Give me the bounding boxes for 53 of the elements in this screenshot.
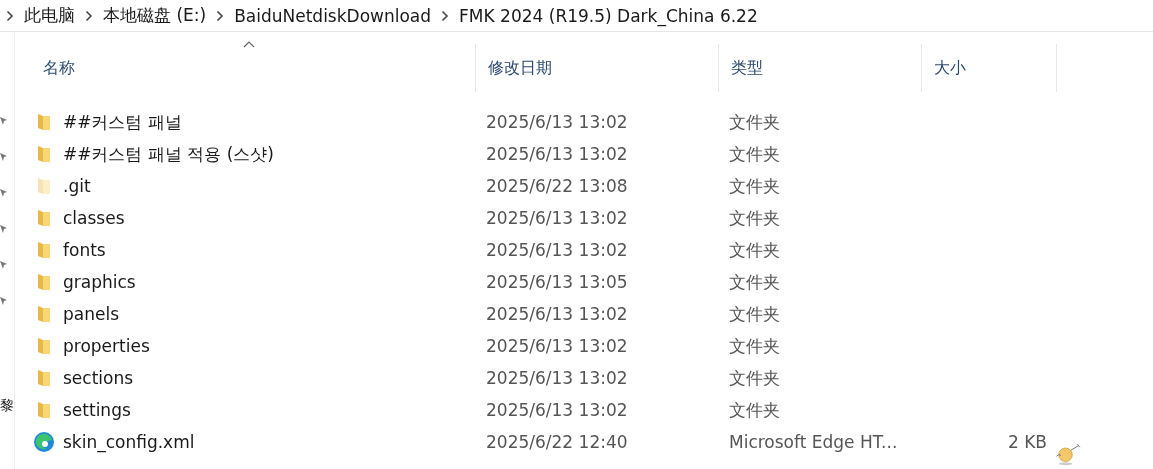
chevron-icon[interactable] xyxy=(441,9,450,22)
file-name[interactable]: settings xyxy=(63,400,131,420)
column-header[interactable]: 类型 xyxy=(719,44,922,92)
file-name[interactable]: classes xyxy=(63,208,125,228)
file-name[interactable]: .git xyxy=(63,176,91,196)
date-cell-text: 2025/6/13 13:05 xyxy=(485,272,629,292)
type-cell-text: 文件夹 xyxy=(728,334,781,358)
file-name[interactable]: ##커스텀 패널 xyxy=(63,110,182,134)
breadcrumb-item[interactable]: 此电脑 xyxy=(24,4,75,27)
date-cell-text: 2025/6/13 13:02 xyxy=(485,144,629,164)
chevron-icon[interactable] xyxy=(216,9,225,22)
column-header[interactable]: 修改日期 xyxy=(476,44,719,92)
date-cell-text: 2025/6/13 13:02 xyxy=(485,400,629,420)
file-name[interactable]: sections xyxy=(63,368,134,388)
pin-icon xyxy=(0,296,8,306)
type-cell-text: 文件夹 xyxy=(728,174,781,198)
chevron-icon[interactable] xyxy=(85,9,93,22)
file-name[interactable]: panels xyxy=(63,304,120,324)
size-cell: 2 KB xyxy=(1007,432,1047,452)
file-name[interactable]: graphics xyxy=(63,272,136,292)
file-name[interactable]: fonts xyxy=(63,240,106,260)
file-name[interactable]: properties xyxy=(63,336,150,356)
file-name[interactable]: skin_config.xml xyxy=(63,432,195,452)
type-cell-text: 文件夹 xyxy=(728,398,781,422)
type-cell-text: 文件夹 xyxy=(728,142,781,166)
column-header[interactable]: 名称 xyxy=(31,44,476,92)
file-name[interactable]: ##커스텀 패널 적용 (스샷) xyxy=(63,142,274,166)
type-cell-text: 文件夹 xyxy=(728,270,781,294)
breadcrumb-item[interactable]: FMK 2024 (R19.5) Dark_China 6.22 xyxy=(459,5,758,26)
pin-icon xyxy=(0,152,8,162)
pin-icon xyxy=(0,260,8,270)
type-cell-text: 文件夹 xyxy=(728,206,781,230)
date-cell-text: 2025/6/13 13:02 xyxy=(485,304,629,324)
type-cell-text: Microsoft Edge HT... xyxy=(728,432,899,452)
type-cell-text: 文件夹 xyxy=(728,366,781,390)
breadcrumb-item[interactable]: BaiduNetdiskDownload xyxy=(234,5,432,26)
breadcrumb-item[interactable]: 本地磁盘 (E:) xyxy=(103,4,207,27)
type-cell-text: 文件夹 xyxy=(728,110,781,134)
column-header[interactable]: 大小 xyxy=(922,44,1057,92)
nav-item-fragment[interactable]: 黎 xyxy=(0,396,14,414)
date-cell-text: 2025/6/13 13:02 xyxy=(485,112,629,132)
pin-icon xyxy=(0,224,8,234)
date-cell-text: 2025/6/13 13:02 xyxy=(485,208,629,228)
type-cell-text: 文件夹 xyxy=(728,302,781,326)
chevron-icon[interactable] xyxy=(6,9,14,22)
date-cell-text: 2025/6/13 13:02 xyxy=(485,240,629,260)
date-cell-text: 2025/6/22 12:40 xyxy=(485,432,629,452)
type-cell-text: 文件夹 xyxy=(728,238,781,262)
pin-icon xyxy=(0,116,8,126)
pin-icon xyxy=(0,188,8,198)
date-cell-text: 2025/6/13 13:02 xyxy=(485,368,629,388)
date-cell-text: 2025/6/13 13:02 xyxy=(485,336,629,356)
date-cell-text: 2025/6/22 13:08 xyxy=(485,176,629,196)
